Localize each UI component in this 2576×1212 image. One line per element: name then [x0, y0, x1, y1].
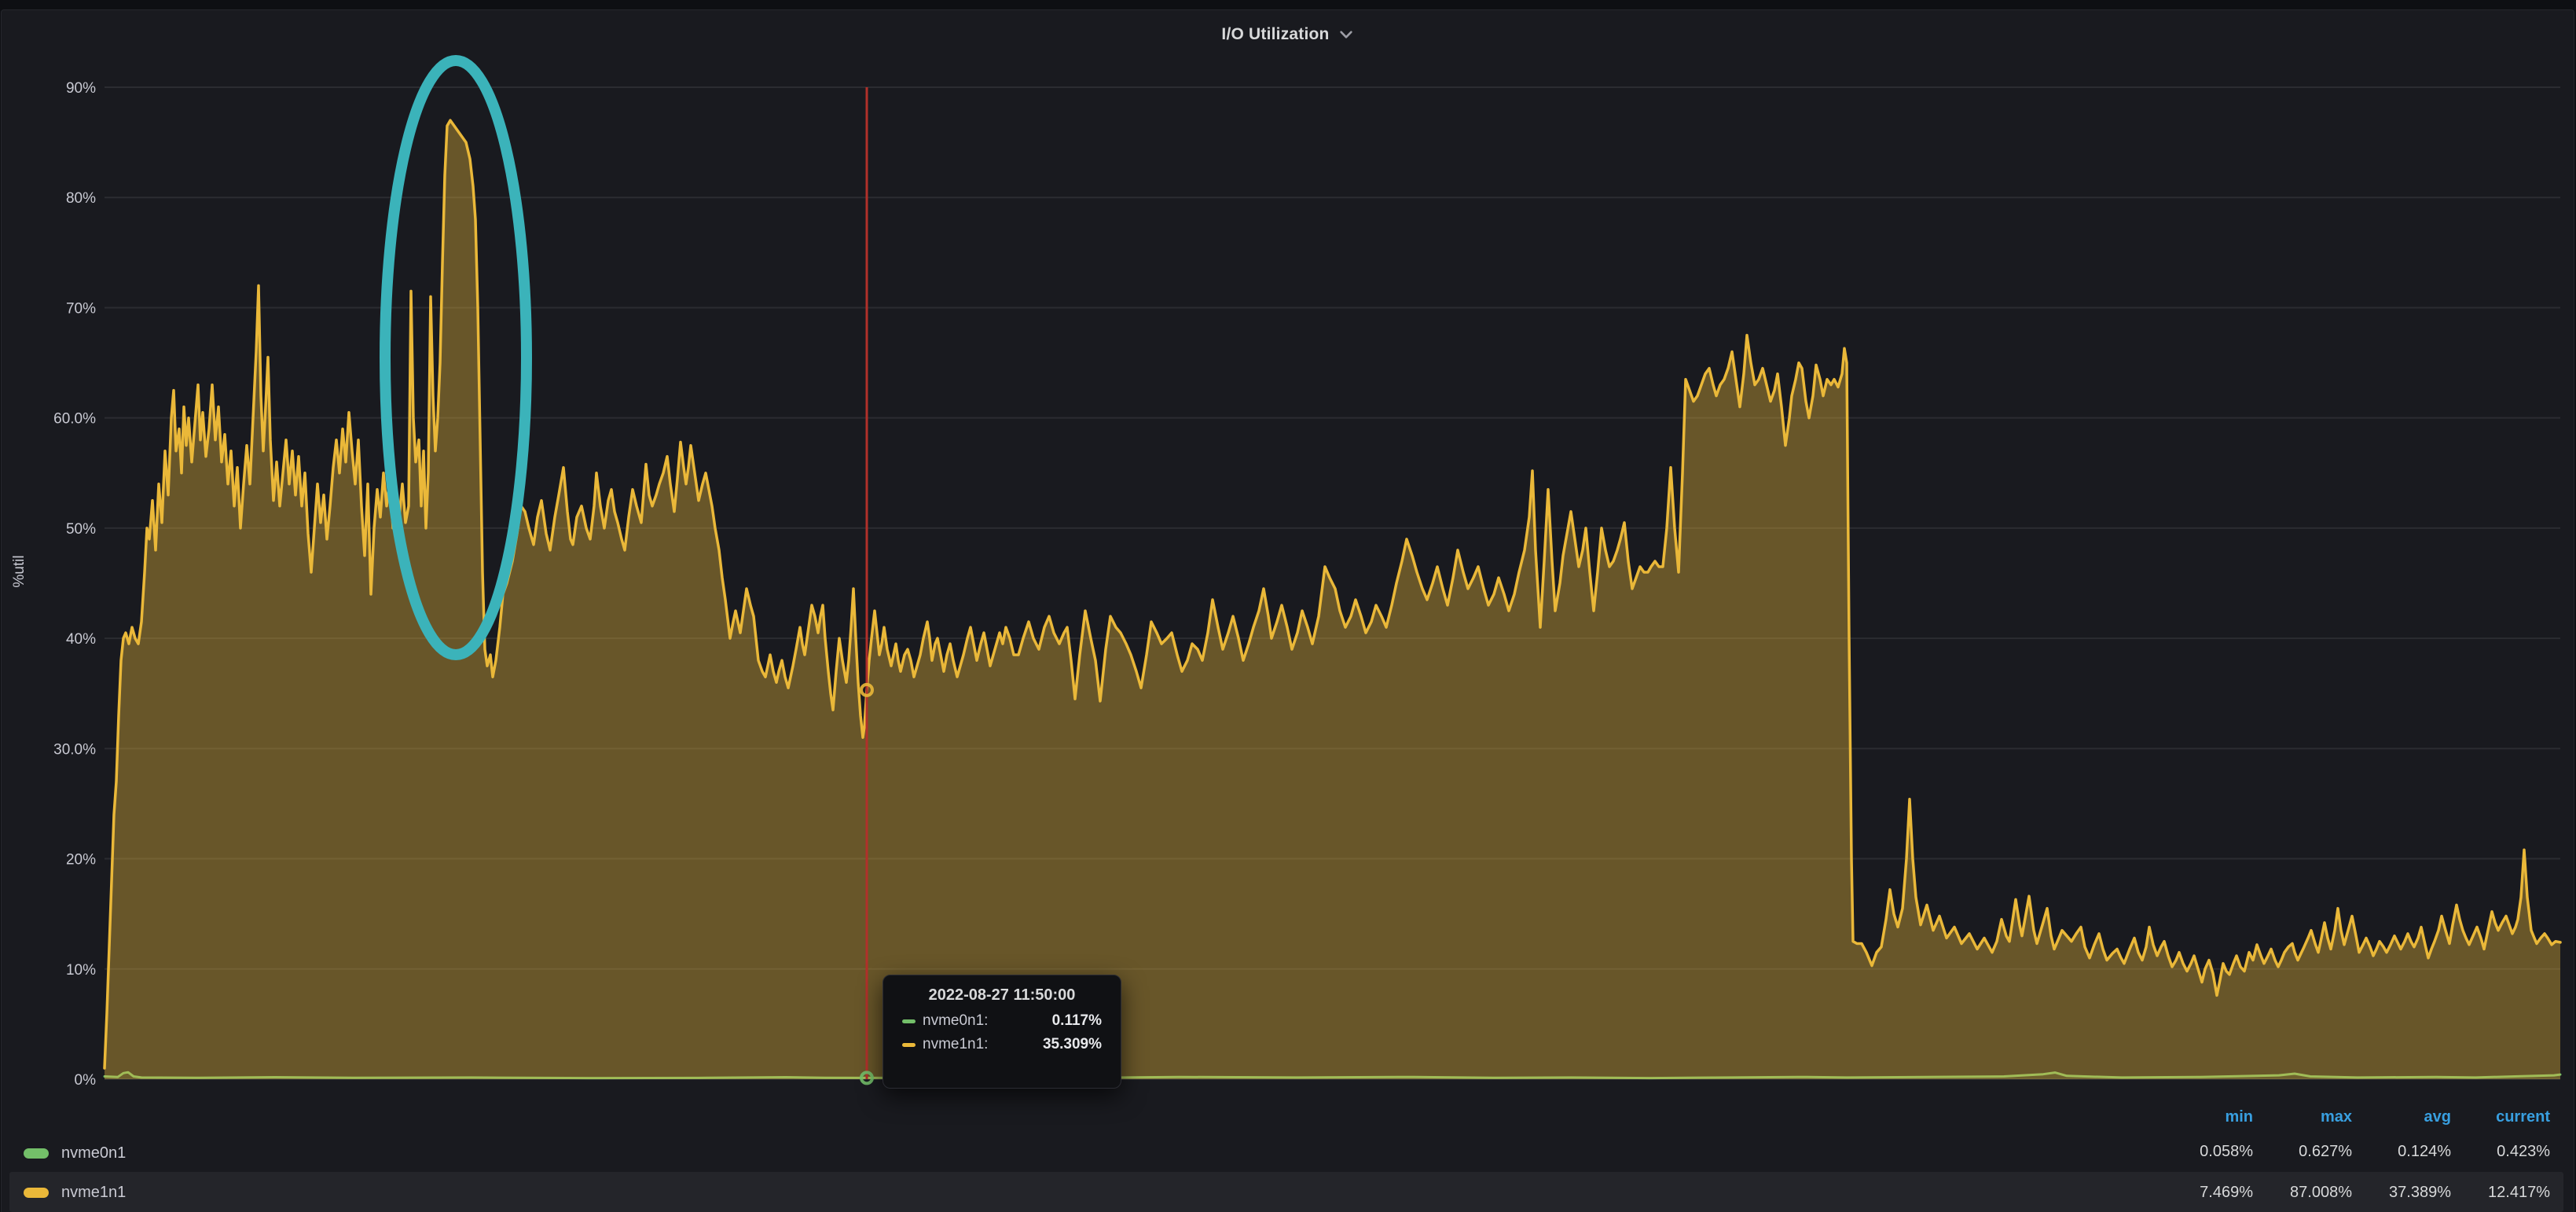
legend-stats-nvme1n1: 7.469% 87.008% 37.389% 12.417%	[2154, 1181, 2550, 1203]
tooltip-row-nvme1n1: nvme1n1: 35.309%	[902, 1036, 1102, 1053]
dashboard-page: I/O Utilization 90% 80% 70% 60.0% 50% 40% 30.0…	[0, 0, 2576, 1212]
y-axis-title: %util	[11, 555, 28, 587]
legend-label[interactable]: nvme0n1	[61, 1142, 126, 1164]
y-tick-70%: 70%	[66, 300, 96, 317]
stat-value: 0.058%	[2154, 1140, 2253, 1162]
panel-title[interactable]: I/O Utilization	[1221, 25, 1329, 44]
y-tick-10%: 10%	[66, 962, 96, 979]
tooltip-series-value: 0.117%	[1052, 1012, 1102, 1030]
stat-value: 37.389%	[2352, 1181, 2451, 1203]
y-tick-50%: 50%	[66, 521, 96, 538]
y-tick-20%: 20%	[66, 852, 96, 869]
y-tick-40%: 40%	[66, 631, 96, 648]
tooltip-series-name: nvme1n1:	[923, 1036, 988, 1053]
y-tick-30.0%: 30.0%	[53, 741, 96, 758]
stat-value: 0.124%	[2352, 1140, 2451, 1162]
series-swatch-nvme0n1	[902, 1019, 916, 1023]
legend-label[interactable]: nvme1n1	[61, 1181, 126, 1203]
timeseries-chart[interactable]: 90% 80% 70% 60.0% 50% 40% 30.0% 20% 10% 0% %util	[0, 0, 2576, 1212]
series-area-nvme1n1	[105, 120, 2560, 1079]
stat-value: 0.627%	[2253, 1140, 2352, 1162]
stat-value: 12.417%	[2451, 1181, 2550, 1203]
tooltip-timestamp: 2022-08-27 11:50:00	[902, 986, 1102, 1004]
tooltip-row-nvme0n1: nvme0n1: 0.117%	[902, 1012, 1102, 1030]
y-tick-80%: 80%	[66, 190, 96, 207]
legend-stats-nvme0n1: 0.058% 0.627% 0.124% 0.423%	[2154, 1140, 2550, 1162]
stat-header-avg[interactable]: avg	[2352, 1106, 2451, 1128]
series-swatch-nvme1n1	[902, 1043, 916, 1047]
legend-swatch-nvme0n1[interactable]	[24, 1148, 49, 1159]
tooltip: 2022-08-27 11:50:00 nvme0n1: 0.117% nvme…	[883, 975, 1121, 1089]
legend-item-nvme0n1[interactable]: nvme0n1	[24, 1142, 126, 1164]
stat-value: 0.423%	[2451, 1140, 2550, 1162]
y-tick-0%: 0%	[75, 1072, 97, 1089]
stat-value: 7.469%	[2154, 1181, 2253, 1203]
stat-header-min[interactable]: min	[2154, 1106, 2253, 1128]
stat-header-current[interactable]: current	[2451, 1106, 2550, 1128]
y-tick-90%: 90%	[66, 80, 96, 97]
chevron-down-icon	[1338, 26, 1355, 43]
tooltip-series-value: 35.309%	[1043, 1036, 1102, 1053]
tooltip-series-name: nvme0n1:	[923, 1012, 988, 1030]
stat-header-max[interactable]: max	[2253, 1106, 2352, 1128]
panel-header[interactable]: I/O Utilization	[0, 9, 2576, 60]
legend-stats-header: min max avg current	[2154, 1106, 2550, 1128]
legend-swatch-nvme1n1[interactable]	[24, 1188, 49, 1198]
y-tick-60.0%: 60.0%	[53, 411, 96, 428]
stat-value: 87.008%	[2253, 1181, 2352, 1203]
legend-item-nvme1n1[interactable]: nvme1n1	[24, 1181, 126, 1203]
